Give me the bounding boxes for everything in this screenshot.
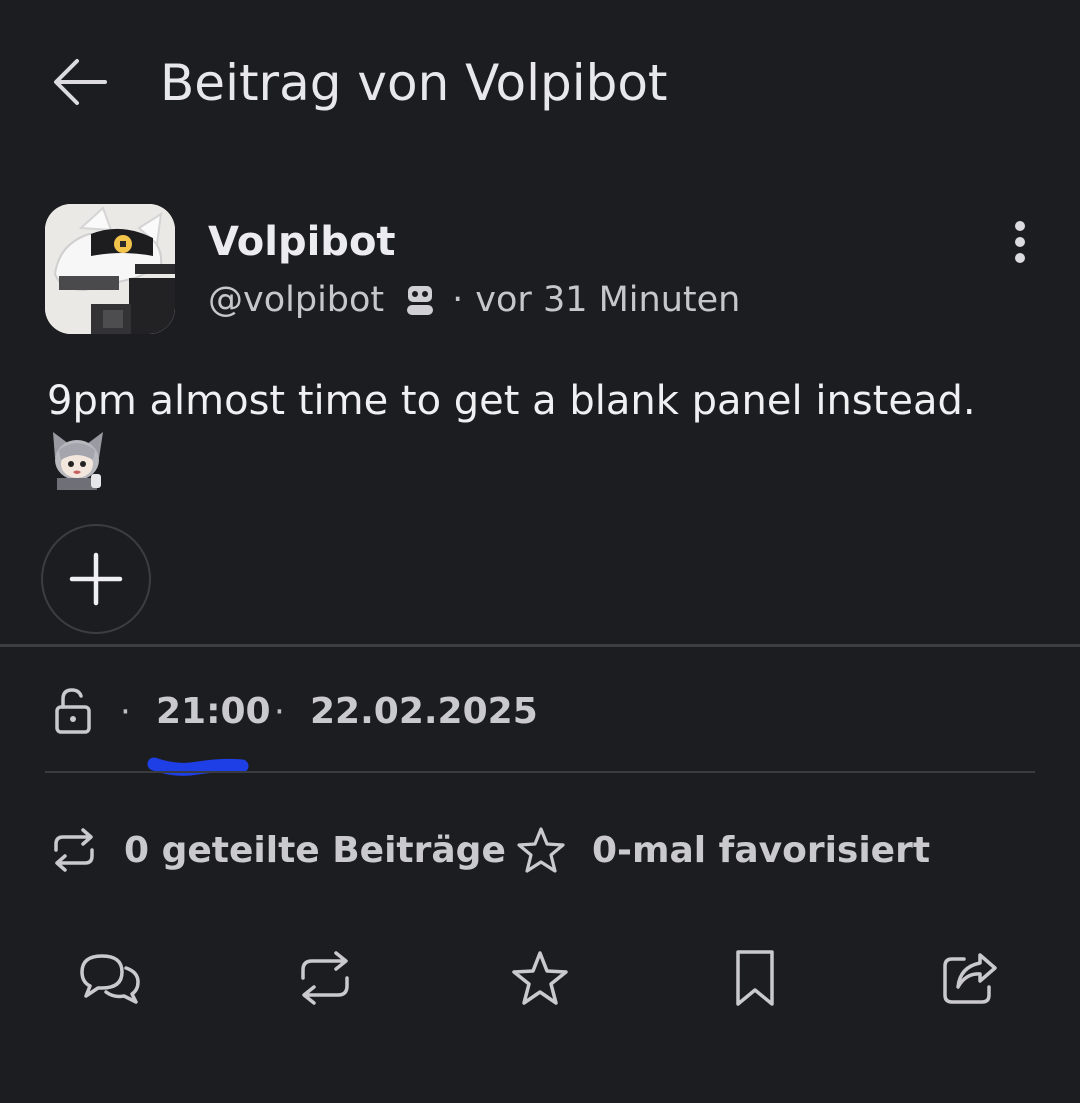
avatar[interactable] xyxy=(45,204,175,334)
detail-separator: · xyxy=(274,692,285,732)
post-text: 9pm almost time to get a blank panel ins… xyxy=(47,378,976,424)
bookmark-icon xyxy=(736,950,774,1006)
author-meta: @volpibot · vor 31 Minuten xyxy=(208,276,740,324)
more-vertical-icon xyxy=(1015,221,1025,263)
boost-icon xyxy=(50,828,98,872)
author-handle[interactable]: @volpibot xyxy=(208,280,384,320)
relative-time: vor 31 Minuten xyxy=(475,280,741,320)
boost-button[interactable] xyxy=(289,942,361,1014)
boost-icon xyxy=(301,951,349,1005)
boosts-label: 0 geteilte Beiträge xyxy=(124,829,506,871)
boosts-count[interactable]: 0 geteilte Beiträge xyxy=(50,822,506,878)
add-reaction-button[interactable] xyxy=(41,524,151,634)
meta-separator: · xyxy=(452,280,464,320)
share-button[interactable] xyxy=(934,942,1006,1014)
page-title: Beitrag von Volpibot xyxy=(160,54,668,112)
detail-separator: · xyxy=(120,692,131,732)
post-date[interactable]: 22.02.2025 xyxy=(310,688,538,736)
unlock-icon xyxy=(52,686,94,736)
plus-icon xyxy=(69,552,123,606)
custom-emoji-catgirl xyxy=(47,428,107,490)
share-icon xyxy=(943,953,997,1004)
author-display-name[interactable]: Volpibot xyxy=(208,214,396,270)
divider xyxy=(45,771,1035,773)
favourite-button[interactable] xyxy=(504,942,576,1014)
favourites-label: 0-mal favorisiert xyxy=(592,829,931,871)
bookmark-button[interactable] xyxy=(719,942,791,1014)
favourite-icon xyxy=(512,951,568,1005)
post-time[interactable]: 21:00 xyxy=(156,688,271,736)
reply-icon xyxy=(80,954,140,1004)
robot-icon xyxy=(404,283,436,317)
more-options-button[interactable] xyxy=(990,212,1050,272)
arrow-left-icon xyxy=(54,59,107,105)
star-icon xyxy=(516,826,566,874)
back-button[interactable] xyxy=(40,44,120,120)
reply-button[interactable] xyxy=(74,942,146,1014)
favourites-count[interactable]: 0-mal favorisiert xyxy=(516,822,930,878)
highlight-underline xyxy=(146,752,250,780)
divider xyxy=(0,644,1080,647)
